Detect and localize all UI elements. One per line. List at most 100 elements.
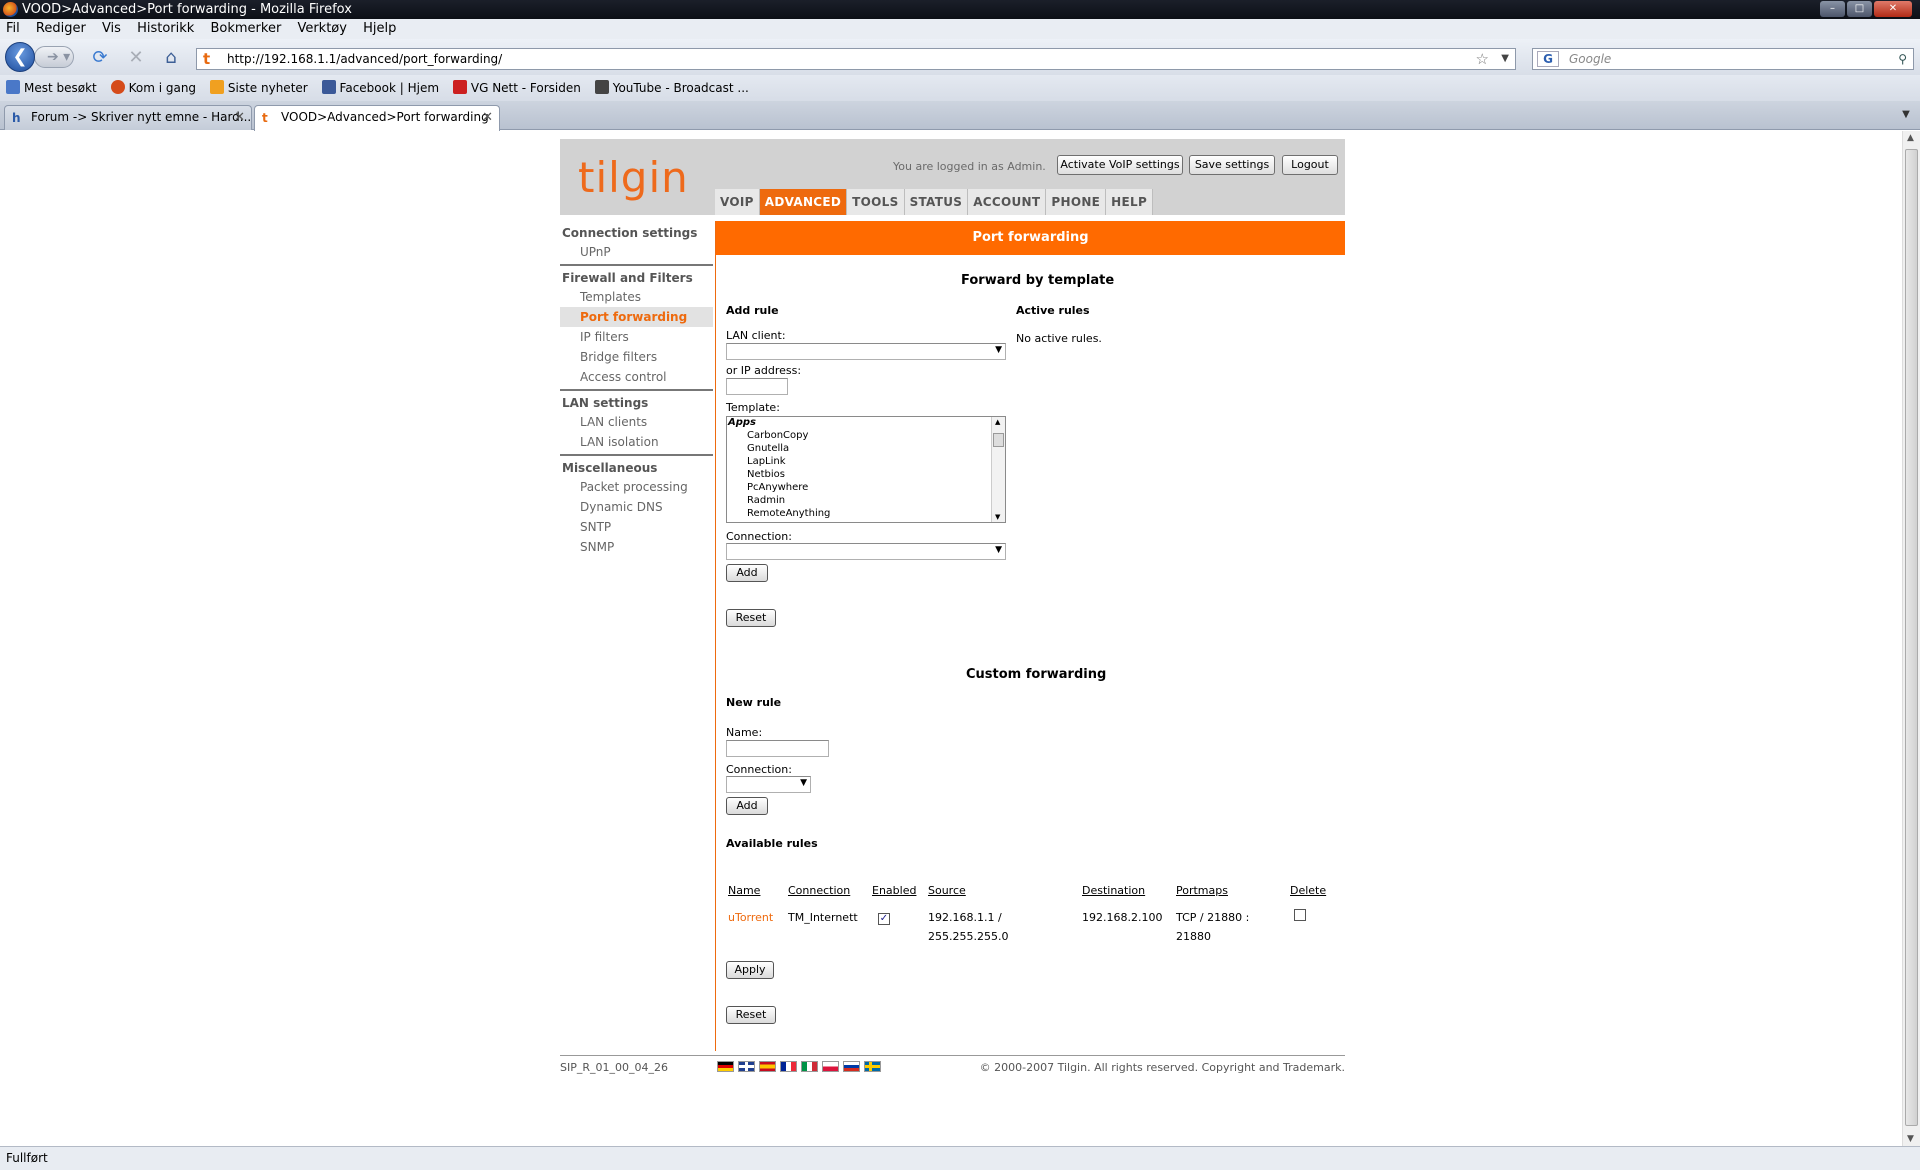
menu-vis[interactable]: Vis: [96, 19, 127, 39]
rule-enabled-checkbox[interactable]: ✓: [878, 913, 890, 925]
sidebar-item-port-forwarding[interactable]: Port forwarding: [560, 307, 713, 327]
template-connection-select[interactable]: ▼: [726, 543, 1006, 560]
pl-flag-icon[interactable]: [822, 1061, 839, 1072]
menu-fil[interactable]: Fil: [0, 19, 26, 39]
col-connection[interactable]: Connection: [786, 884, 870, 905]
sidebar-item-bridge-filters[interactable]: Bridge filters: [560, 347, 713, 367]
nav-phone[interactable]: PHONE: [1046, 189, 1107, 215]
search-bar[interactable]: G Google ⚲: [1532, 48, 1914, 70]
menu-verktoy[interactable]: Verktøy: [291, 19, 353, 39]
tab-list-dropdown-icon[interactable]: ▼: [1896, 109, 1916, 127]
bookmark-facebook[interactable]: Facebook | Hjem: [321, 75, 439, 101]
forward-button[interactable]: ➔ ▾: [34, 46, 74, 68]
ru-flag-icon[interactable]: [843, 1061, 860, 1072]
bookmark-kom-i-gang[interactable]: Kom i gang: [110, 75, 196, 101]
menu-hjelp[interactable]: Hjelp: [357, 19, 402, 39]
col-source[interactable]: Source: [926, 884, 1080, 905]
sidebar-item-ip-filters[interactable]: IP filters: [560, 327, 713, 347]
rule-name-link[interactable]: uTorrent: [728, 911, 773, 924]
uk-flag-icon[interactable]: [738, 1061, 755, 1072]
scroll-down-icon[interactable]: ▼: [995, 513, 1000, 521]
sidebar-item-sntp[interactable]: SNTP: [560, 517, 713, 537]
activate-voip-button[interactable]: Activate VoIP settings: [1057, 155, 1183, 175]
google-engine-icon[interactable]: G: [1537, 51, 1559, 67]
apply-button[interactable]: Apply: [726, 961, 774, 979]
menu-historikk[interactable]: Historikk: [131, 19, 200, 39]
sidebar-item-dynamic-dns[interactable]: Dynamic DNS: [560, 497, 713, 517]
template-option[interactable]: PcAnywhere: [727, 481, 1005, 494]
rule-name-input[interactable]: [726, 740, 829, 757]
es-flag-icon[interactable]: [759, 1061, 776, 1072]
it-flag-icon[interactable]: [801, 1061, 818, 1072]
sidebar-item-lan-isolation[interactable]: LAN isolation: [560, 432, 713, 452]
col-destination[interactable]: Destination: [1080, 884, 1174, 905]
col-enabled[interactable]: Enabled: [870, 884, 926, 905]
scroll-down-icon[interactable]: ▼: [1907, 1134, 1914, 1144]
template-option[interactable]: Netbios: [727, 468, 1005, 481]
nav-advanced[interactable]: ADVANCED: [759, 189, 848, 215]
rule-delete-checkbox[interactable]: [1294, 909, 1306, 921]
custom-connection-select[interactable]: ▼: [726, 776, 811, 793]
sidebar-item-lan-clients[interactable]: LAN clients: [560, 412, 713, 432]
sidebar-item-snmp[interactable]: SNMP: [560, 537, 713, 557]
home-icon[interactable]: ⌂: [160, 48, 182, 68]
close-tab-icon[interactable]: ✕: [234, 106, 245, 129]
scroll-up-icon[interactable]: ▲: [995, 418, 1000, 426]
template-option[interactable]: Gnutella: [727, 442, 1005, 455]
nav-voip[interactable]: VOIP: [715, 189, 760, 215]
close-tab-icon[interactable]: ✕: [482, 106, 493, 129]
template-reset-button[interactable]: Reset: [726, 609, 776, 627]
scrollbar-thumb[interactable]: [1905, 149, 1918, 1126]
bookmark-siste-nyheter[interactable]: Siste nyheter: [209, 75, 308, 101]
nav-account[interactable]: ACCOUNT: [968, 189, 1047, 215]
sidebar-item-templates[interactable]: Templates: [560, 287, 713, 307]
ip-address-input[interactable]: [726, 378, 788, 395]
reload-icon[interactable]: ⟳: [89, 48, 111, 68]
sidebar-item-upnp[interactable]: UPnP: [560, 242, 713, 262]
custom-add-button[interactable]: Add: [726, 797, 768, 815]
custom-reset-button[interactable]: Reset: [726, 1006, 776, 1024]
sidebar-group-firewall[interactable]: Firewall and Filters: [560, 266, 713, 287]
scroll-up-icon[interactable]: ▲: [1907, 133, 1914, 143]
sidebar-group-misc[interactable]: Miscellaneous: [560, 456, 713, 477]
bookmark-star-icon[interactable]: ☆: [1476, 49, 1489, 69]
bookmark-mest-besokt[interactable]: Mest besøkt: [6, 75, 97, 101]
bookmark-vg-nett[interactable]: VG Nett - Forsiden: [452, 75, 581, 101]
lan-client-select[interactable]: ▼: [726, 343, 1006, 360]
save-settings-button[interactable]: Save settings: [1189, 155, 1275, 175]
scrollbar-thumb[interactable]: [993, 433, 1004, 447]
menu-rediger[interactable]: Rediger: [30, 19, 92, 39]
sidebar-group-lan[interactable]: LAN settings: [560, 391, 713, 412]
minimize-button[interactable]: –: [1820, 1, 1845, 17]
nav-status[interactable]: STATUS: [904, 189, 969, 215]
template-option[interactable]: Radmin: [727, 494, 1005, 507]
template-listbox[interactable]: Apps CarbonCopy Gnutella LapLink Netbios…: [726, 416, 1006, 523]
page-scrollbar[interactable]: ▲ ▼: [1902, 131, 1920, 1146]
template-add-button[interactable]: Add: [726, 564, 768, 582]
se-flag-icon[interactable]: [864, 1061, 881, 1072]
template-option[interactable]: CarbonCopy: [727, 429, 1005, 442]
back-button[interactable]: ❮: [5, 42, 35, 72]
close-window-button[interactable]: ✕: [1874, 1, 1912, 17]
search-icon[interactable]: ⚲: [1898, 49, 1907, 69]
tab-forum[interactable]: h Forum -> Skriver nytt emne - Hard... ✕: [4, 105, 252, 130]
stop-icon[interactable]: ✕: [125, 48, 147, 68]
col-portmaps[interactable]: Portmaps: [1174, 884, 1288, 905]
fr-flag-icon[interactable]: [780, 1061, 797, 1072]
col-delete[interactable]: Delete: [1288, 884, 1331, 905]
col-name[interactable]: Name: [726, 884, 786, 905]
nav-help[interactable]: HELP: [1106, 189, 1154, 215]
bookmark-youtube[interactable]: YouTube - Broadcast ...: [594, 75, 749, 101]
sidebar-item-packet-processing[interactable]: Packet processing: [560, 477, 713, 497]
tab-port-forwarding[interactable]: t VOOD>Advanced>Port forwarding ✕: [254, 105, 500, 131]
sidebar-group-connection[interactable]: Connection settings: [560, 221, 713, 242]
sidebar-item-access-control[interactable]: Access control: [560, 367, 713, 387]
template-listbox-scrollbar[interactable]: ▲ ▼: [991, 417, 1005, 522]
nav-tools[interactable]: TOOLS: [847, 189, 905, 215]
logout-button[interactable]: Logout: [1282, 155, 1338, 175]
template-option[interactable]: RemoteAnything: [727, 507, 1005, 520]
template-option[interactable]: LapLink: [727, 455, 1005, 468]
url-bar[interactable]: t http://192.168.1.1/advanced/port_forwa…: [196, 48, 1516, 70]
maximize-button[interactable]: □: [1847, 1, 1872, 17]
url-history-dropdown-icon[interactable]: ▼: [1501, 49, 1509, 69]
